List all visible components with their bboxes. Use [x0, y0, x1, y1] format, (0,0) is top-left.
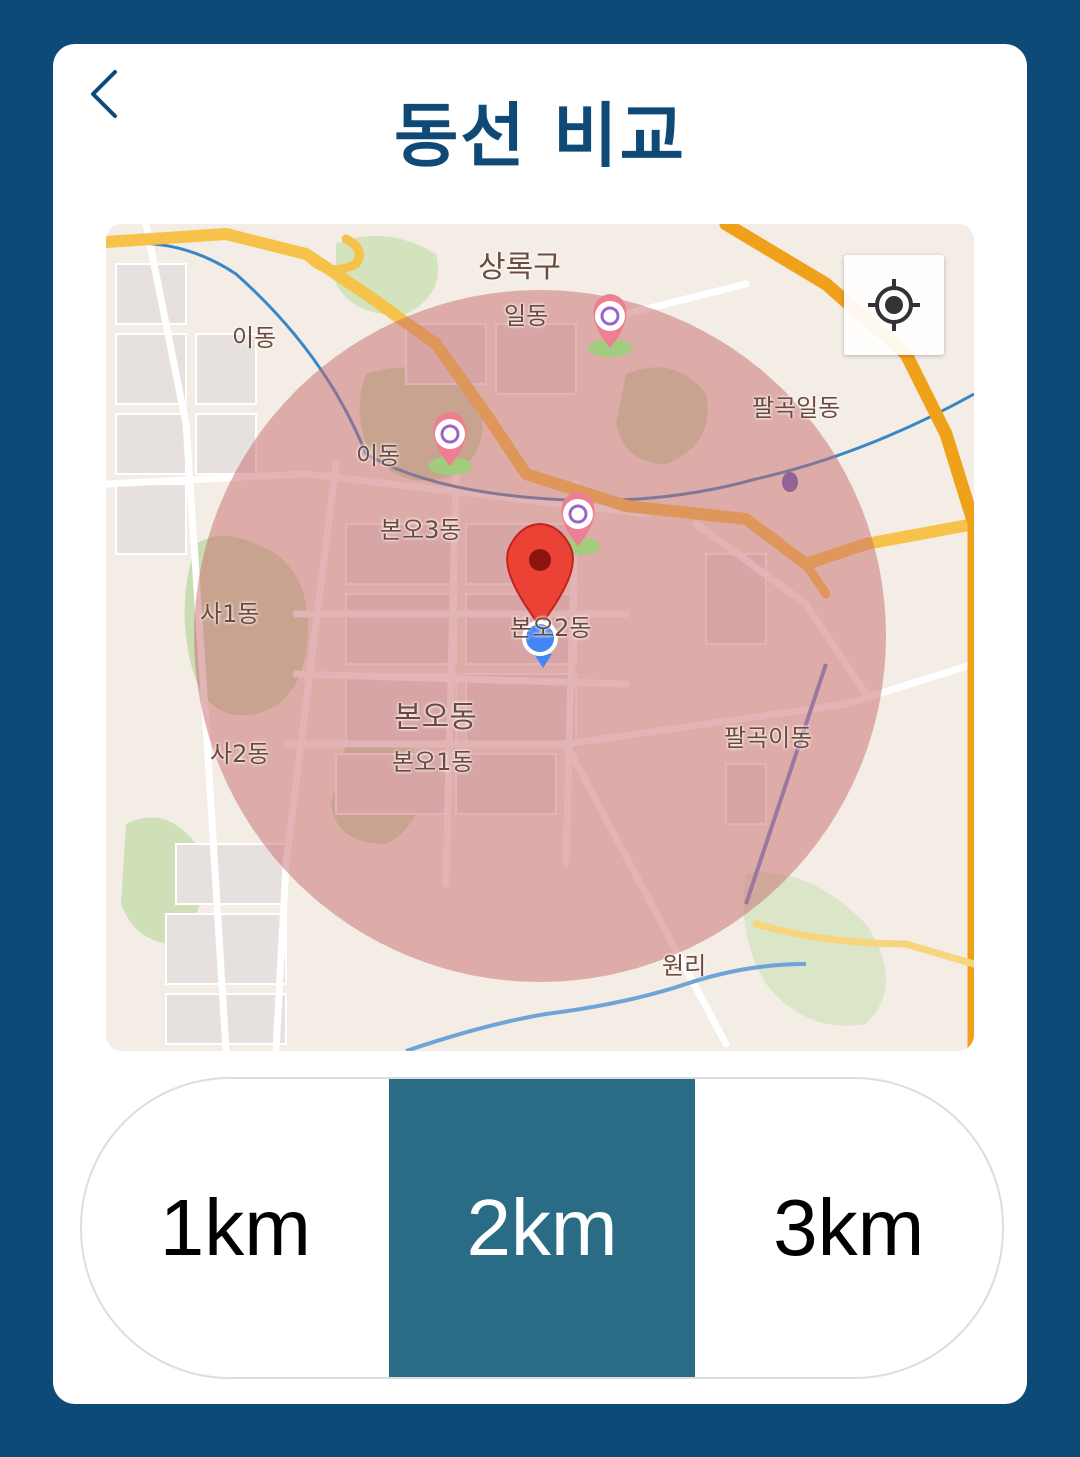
map-label-bono-1-dong: 본오1동: [392, 748, 474, 776]
map-label-palgok-i-dong: 팔곡이동: [724, 724, 813, 752]
distance-option-3km[interactable]: 3km: [695, 1079, 1002, 1377]
map-label-bono-2-dong: 본오2동: [510, 614, 592, 642]
distance-option-1km[interactable]: 1km: [82, 1079, 389, 1377]
distance-option-2km[interactable]: 2km: [388, 1079, 696, 1377]
my-location-button[interactable]: [844, 255, 944, 355]
map-label-i-dong: 이동: [356, 442, 401, 470]
page-title: 동선 비교: [394, 95, 686, 177]
map-label-i-dong-top: 이동: [232, 324, 277, 352]
map-label-won-ri: 원리: [662, 952, 707, 980]
map-label-bono-dong: 본오동: [394, 700, 477, 735]
map-label-palgok-il-dong: 팔곡일동: [752, 394, 841, 422]
map-label-bono-3-dong: 본오3동: [380, 516, 462, 544]
distance-selector: 1km 2km 3km: [80, 1077, 1004, 1379]
map-label-sangnokgu: 상록구: [478, 250, 561, 285]
map-view[interactable]: 상록구 일동 이동 팔곡일동 이동 본오3동 사1동 본오2동 본오동 팔곡이동…: [106, 224, 974, 1051]
map-label-sa-1-dong: 사1동: [200, 600, 260, 628]
card: 동선 비교 상록구 일동 이동 팔곡일동 이동 본오3동 사1동 본오2동 본오…: [53, 44, 1027, 1404]
map-label-sa-2-dong: 사2동: [210, 740, 270, 768]
map-label-il-dong: 일동: [504, 302, 549, 330]
crosshair-icon: [868, 279, 920, 331]
